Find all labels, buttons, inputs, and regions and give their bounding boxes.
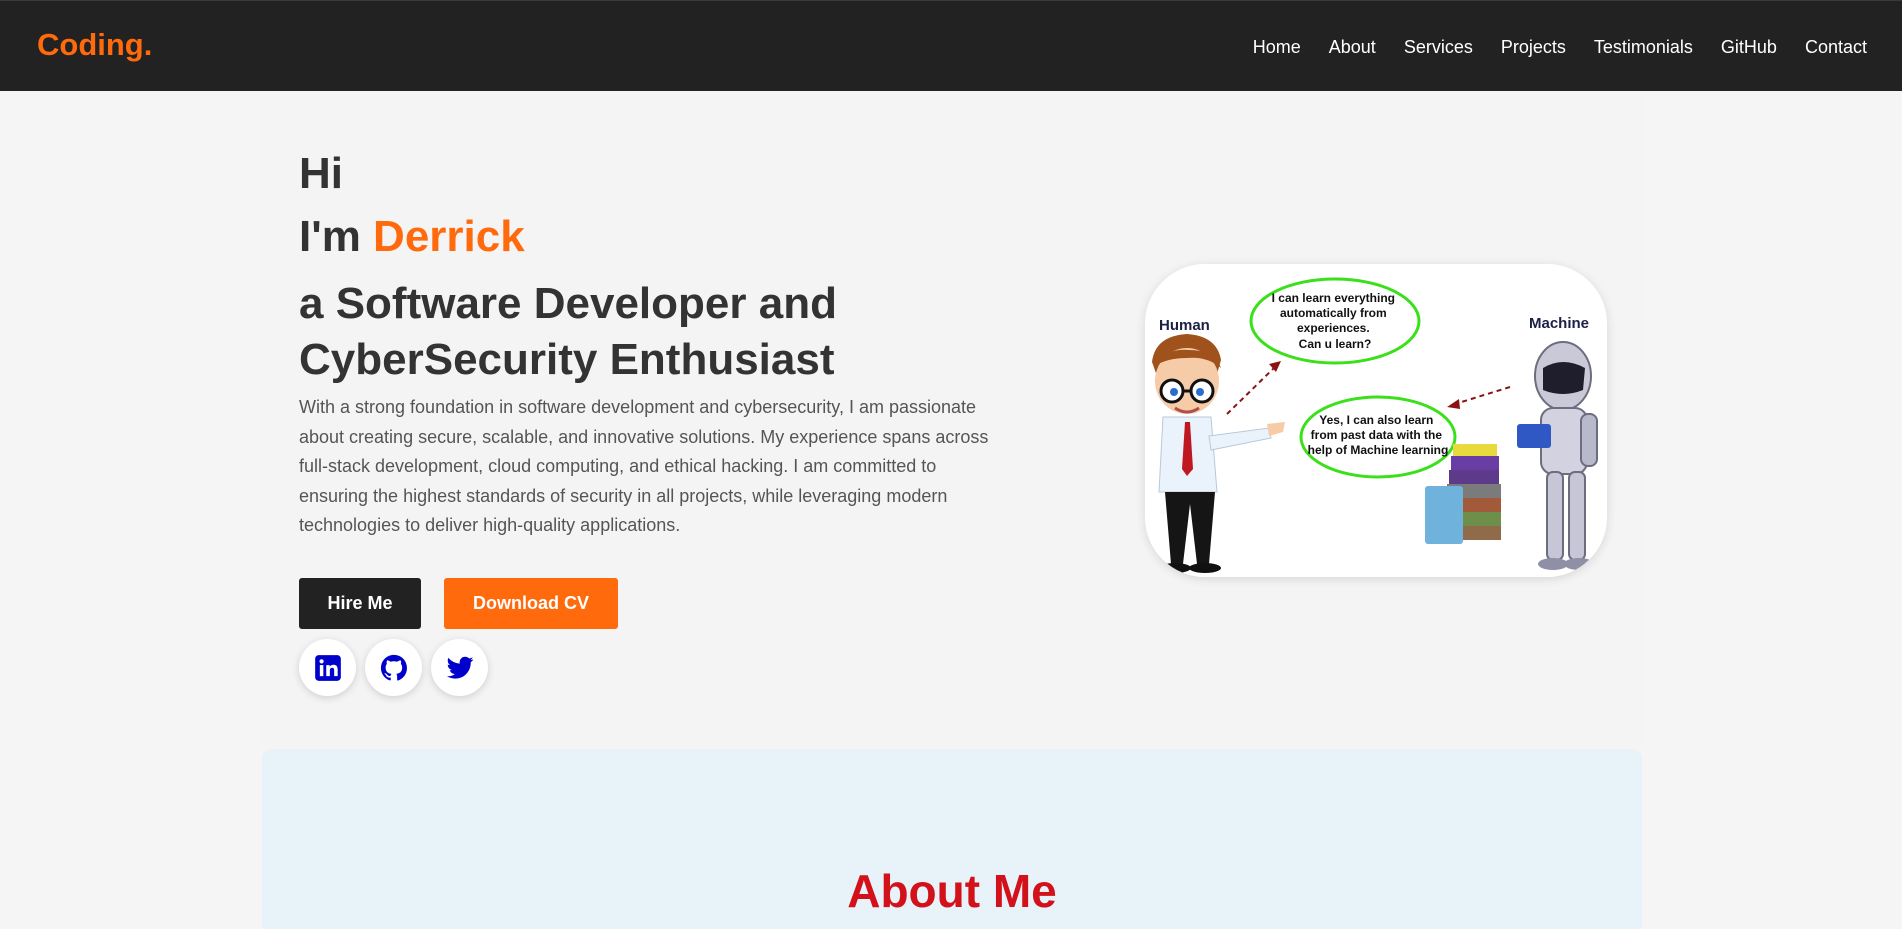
machine-label: Machine	[1529, 315, 1589, 332]
nav-link-github[interactable]: GitHub	[1721, 37, 1777, 58]
nav-link-projects[interactable]: Projects	[1501, 37, 1566, 58]
nav-link-home[interactable]: Home	[1253, 37, 1301, 58]
site-logo[interactable]: Coding.	[37, 27, 152, 63]
hero-greeting: Hi	[299, 149, 343, 198]
navbar: Coding. Home About Services Projects Tes…	[0, 0, 1902, 91]
bubble-machine-line-1: I can learn everything	[1272, 291, 1395, 305]
bubble-human-line-2: from past data with the	[1311, 428, 1443, 442]
linkedin-link[interactable]	[299, 639, 356, 696]
bubble-human-line-1: Yes, I can also learn	[1319, 413, 1433, 427]
hire-me-button[interactable]: Hire Me	[299, 578, 421, 629]
bubble-human-line-3: help of Machine learning	[1308, 443, 1449, 457]
hero-role: a Software Developer and CyberSecurity E…	[299, 279, 837, 384]
download-cv-button[interactable]: Download CV	[444, 578, 618, 629]
hero-intro: I'm Derrick	[299, 212, 525, 262]
twitter-icon	[446, 656, 473, 679]
about-section: About Me	[262, 749, 1642, 929]
github-link[interactable]	[365, 639, 422, 696]
hero-description: With a strong foundation in software dev…	[299, 397, 989, 535]
nav-link-testimonials[interactable]: Testimonials	[1594, 37, 1693, 58]
hero-name: Derrick	[373, 212, 525, 261]
hero-illustration: Human Machine I can learn everything aut…	[1145, 264, 1607, 577]
human-label: Human	[1159, 317, 1210, 334]
nav-link-contact[interactable]: Contact	[1805, 37, 1867, 58]
about-title: About Me	[847, 865, 1057, 917]
social-links	[299, 639, 488, 696]
bubble-human-text: Yes, I can also learn from past data wit…	[1308, 413, 1449, 457]
hero-section: Hi I'm Derrick a Software Developer and …	[262, 91, 1642, 749]
nav-links: Home About Services Projects Testimonial…	[1253, 37, 1867, 58]
bubble-machine-line-4: Can u learn?	[1299, 337, 1372, 351]
bubble-machine-line-3: experiences.	[1297, 321, 1370, 335]
linkedin-icon	[314, 654, 341, 681]
hero-intro-prefix: I'm	[299, 212, 374, 261]
twitter-link[interactable]	[431, 639, 488, 696]
nav-link-about[interactable]: About	[1329, 37, 1376, 58]
github-icon	[380, 654, 407, 681]
nav-link-services[interactable]: Services	[1404, 37, 1473, 58]
bubble-machine-line-2: automatically from	[1280, 306, 1387, 320]
